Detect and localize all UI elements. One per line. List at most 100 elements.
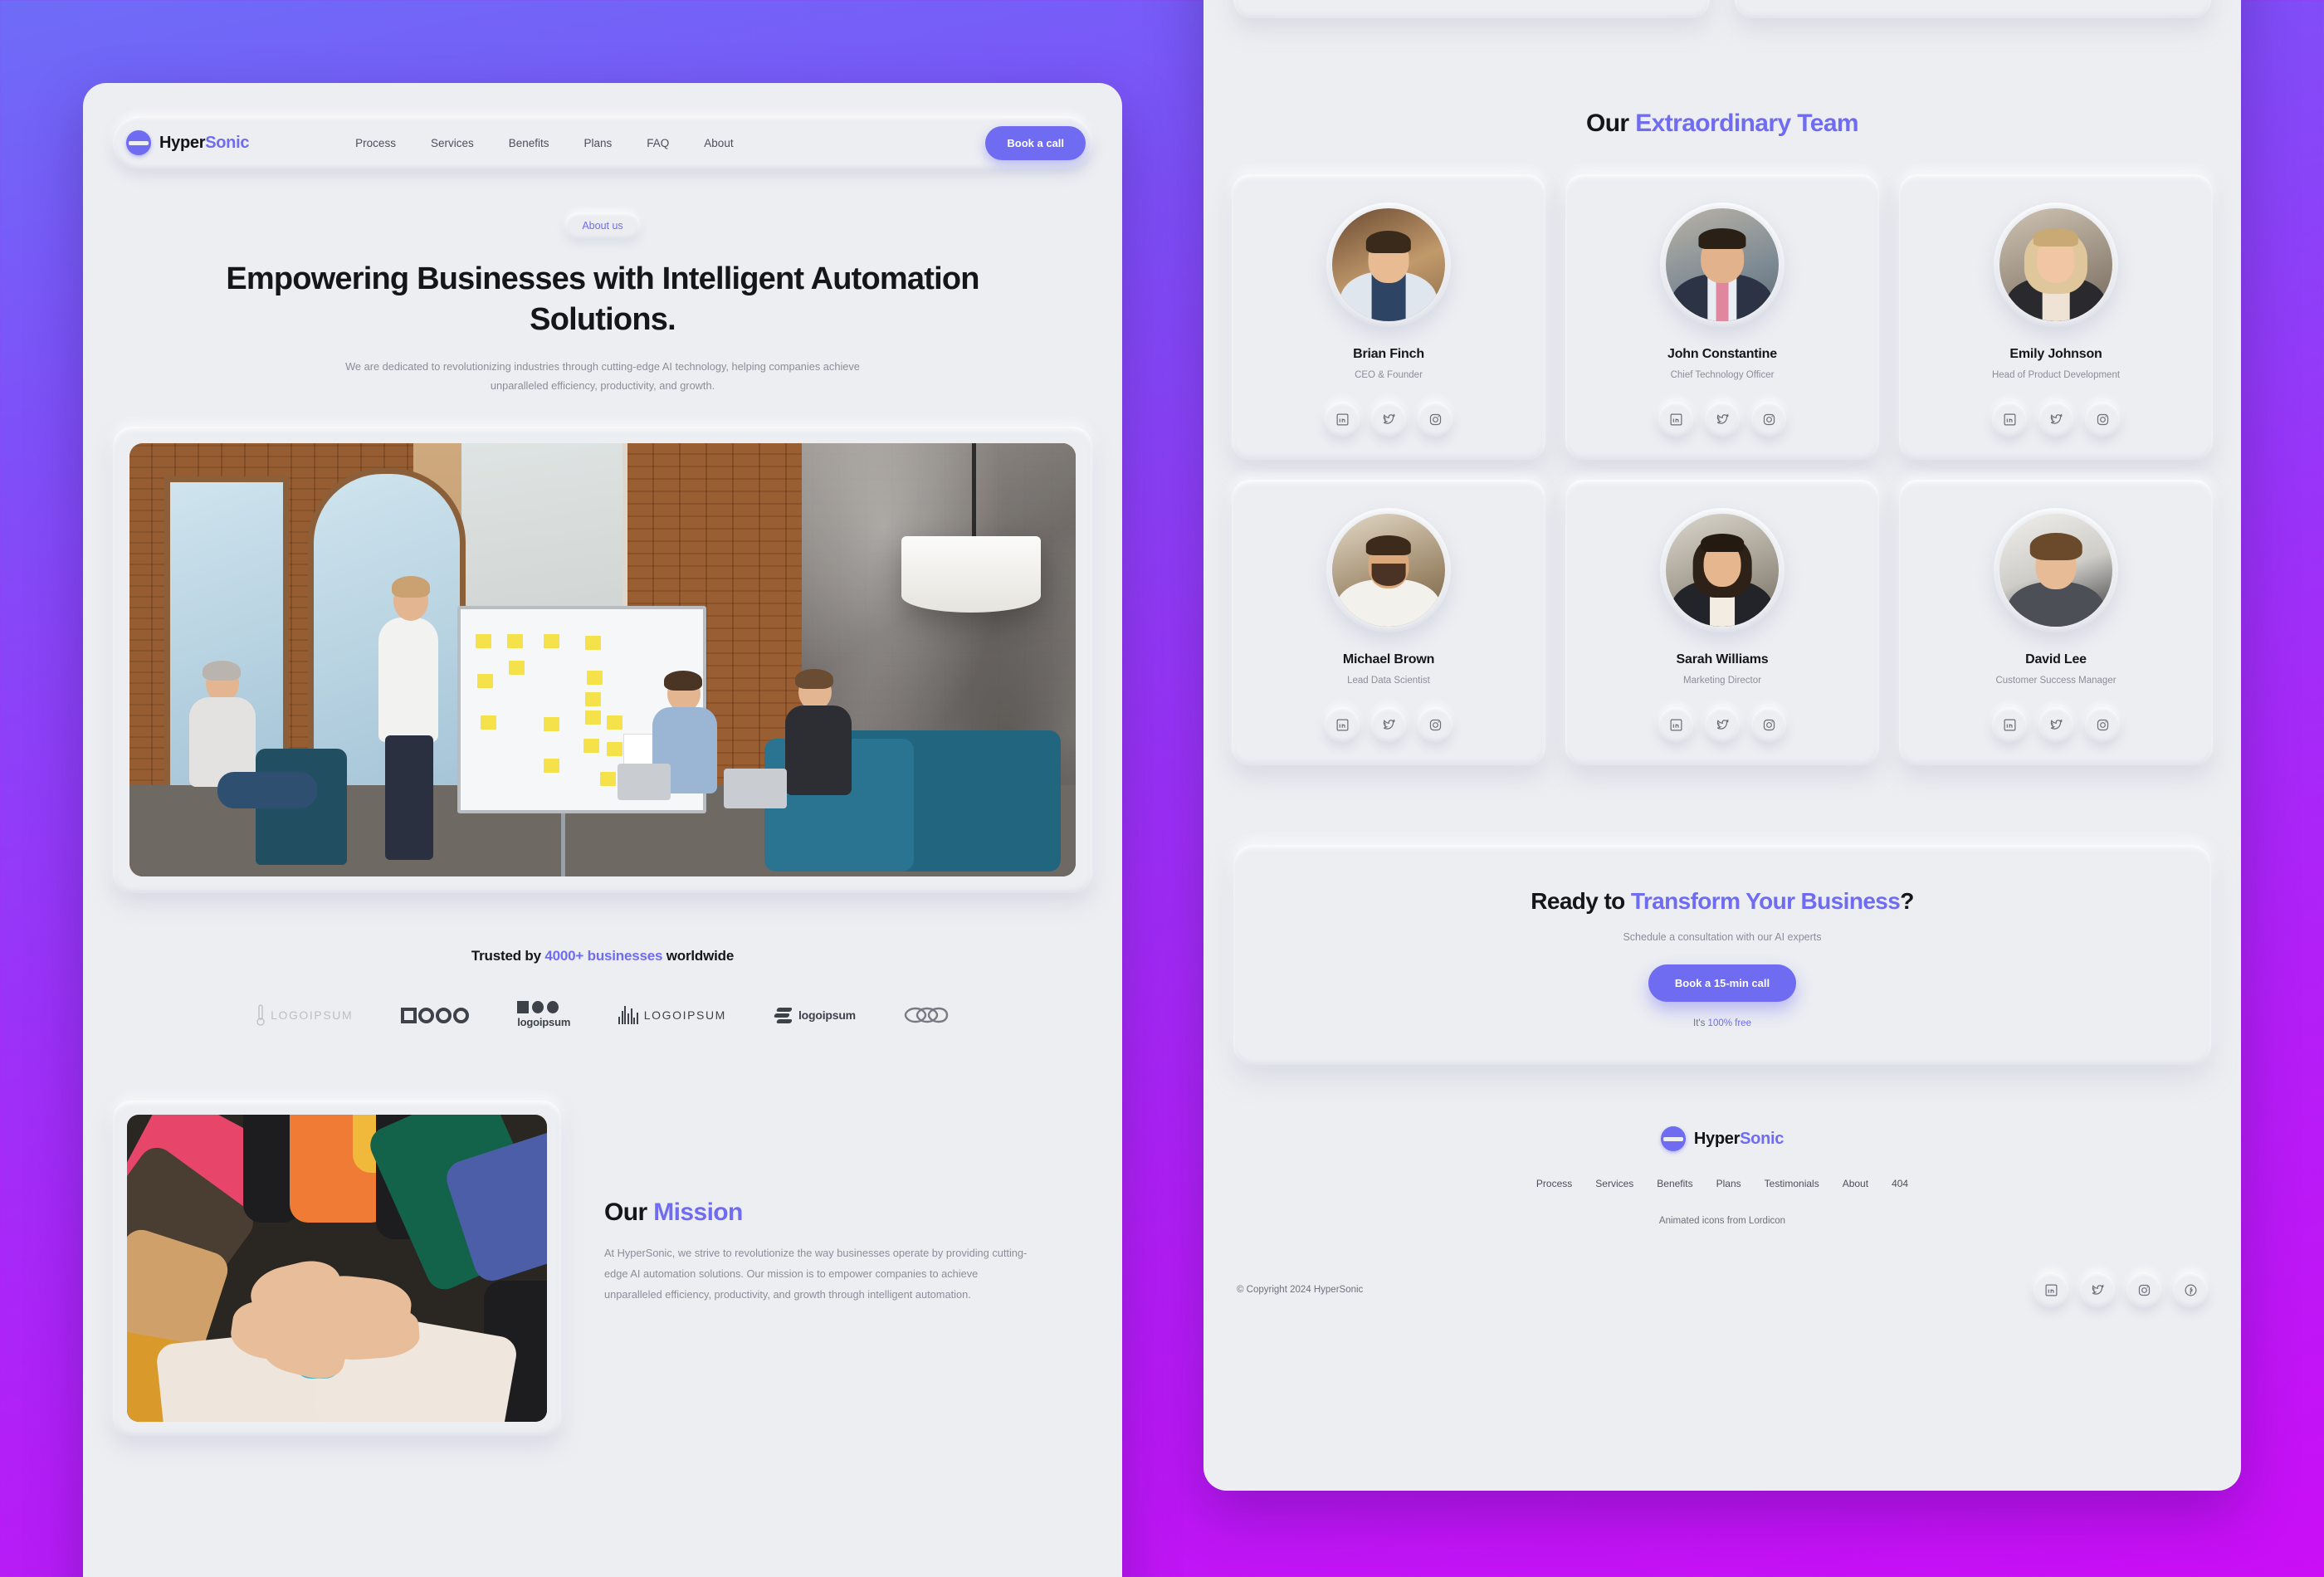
footer-link-about[interactable]: About	[1843, 1178, 1868, 1189]
client-logo-logoipsum-blocks	[401, 1001, 470, 1029]
slash-mark-icon	[774, 1006, 793, 1024]
hero-image-frame	[113, 427, 1092, 894]
about-us-badge: About us	[565, 212, 640, 239]
linkedin-icon[interactable]	[1992, 707, 2027, 742]
client-logo-label: logoipsum	[798, 1008, 856, 1023]
twitter-icon[interactable]	[1705, 402, 1740, 437]
member-socials	[1907, 707, 2204, 742]
footer-link-process[interactable]: Process	[1536, 1178, 1572, 1189]
footer-link-services[interactable]: Services	[1595, 1178, 1633, 1189]
team-section-title: Our Extraordinary Team	[1585, 110, 1859, 137]
nav-item-process[interactable]: Process	[355, 137, 396, 149]
book-a-call-button[interactable]: Book a call	[985, 125, 1086, 160]
member-role: Head of Product Development	[1991, 370, 2121, 380]
footer-nav: Process Services Benefits Plans Testimon…	[1237, 1178, 2208, 1189]
footer-brand-name: HyperSonic	[1693, 1129, 1784, 1148]
client-logo-logoipsum-slash: logoipsum	[774, 1001, 856, 1029]
footer-link-testimonials[interactable]: Testimonials	[1765, 1178, 1819, 1189]
avatar	[1666, 514, 1779, 627]
twitter-icon[interactable]	[2038, 402, 2073, 437]
client-logo-logoipsum-links	[904, 1001, 949, 1029]
twitter-icon[interactable]	[1371, 402, 1406, 437]
footer-socials	[2034, 1272, 2208, 1307]
avatar-ring	[1660, 508, 1784, 632]
instagram-icon[interactable]	[1751, 402, 1786, 437]
footer-bottom: © Copyright 2024 HyperSonic	[1237, 1272, 2208, 1307]
trusted-headline: Trusted by 4000+ businesses worldwide	[471, 948, 735, 964]
team-member-card: Emily Johnson Head of Product Developmen…	[1899, 174, 2213, 460]
member-socials	[1574, 402, 1871, 437]
instagram-icon[interactable]	[2085, 402, 2120, 437]
cta-note: It's 100% free	[1693, 1018, 1751, 1028]
instagram-icon[interactable]	[1418, 707, 1452, 742]
left-page-panel: HyperSonic Process Services Benefits Pla…	[83, 83, 1122, 1577]
about-us-badge-wrap: About us	[83, 212, 1122, 239]
member-name: David Lee	[2025, 652, 2087, 666]
cta-title: Ready to Transform Your Business?	[1531, 888, 1914, 914]
client-logo-label: LOGOIPSUM	[643, 1008, 726, 1023]
cta-subtitle: Schedule a consultation with our AI expe…	[1623, 931, 1822, 943]
footer-link-benefits[interactable]: Benefits	[1657, 1178, 1692, 1189]
cut-off-card	[1735, 0, 2211, 18]
member-role: CEO & Founder	[1355, 370, 1423, 380]
footer-link-404[interactable]: 404	[1892, 1178, 1908, 1189]
member-name: Michael Brown	[1342, 652, 1435, 666]
team-member-card: John Constantine Chief Technology Office…	[1565, 174, 1879, 460]
mission-image	[127, 1115, 547, 1423]
book-15-min-call-button[interactable]: Book a 15-min call	[1648, 964, 1797, 1002]
linkedin-icon[interactable]	[1658, 402, 1693, 437]
footer-brand-logo[interactable]: HyperSonic	[1237, 1126, 2208, 1151]
linkedin-icon[interactable]	[1325, 707, 1360, 742]
primary-nav: Process Services Benefits Plans FAQ Abou…	[355, 137, 733, 149]
nav-item-about[interactable]: About	[704, 137, 733, 149]
twitter-icon[interactable]	[1705, 707, 1740, 742]
instagram-icon[interactable]	[2085, 707, 2120, 742]
copyright-text: © Copyright 2024 HyperSonic	[1237, 1285, 1364, 1295]
hypersonic-capsule-logo-icon	[1660, 1126, 1686, 1151]
avatar-ring	[1994, 203, 2118, 327]
mission-body: At HyperSonic, we strive to revolutioniz…	[604, 1247, 1028, 1301]
twitter-icon[interactable]	[2038, 707, 2073, 742]
client-logo-logoipsum-bars: LOGOIPSUM	[618, 1001, 726, 1029]
avatar	[1666, 208, 1779, 321]
cut-off-cards-row	[1204, 0, 2241, 18]
member-name: John Constantine	[1667, 347, 1777, 361]
team-member-card: David Lee Customer Success Manager	[1899, 480, 2213, 765]
linkedin-icon[interactable]	[2034, 1272, 2068, 1307]
linkedin-icon[interactable]	[1992, 402, 2027, 437]
nav-item-services[interactable]: Services	[431, 137, 474, 149]
mission-image-frame	[113, 1101, 561, 1437]
member-socials	[1240, 402, 1537, 437]
linkedin-icon[interactable]	[1325, 402, 1360, 437]
member-role: Customer Success Manager	[1995, 676, 2116, 686]
linkedin-icon[interactable]	[1658, 707, 1693, 742]
brand-name: HyperSonic	[159, 133, 250, 152]
team-member-card: Michael Brown Lead Data Scientist	[1232, 480, 1545, 765]
footer-link-plans[interactable]: Plans	[1716, 1178, 1741, 1189]
nav-item-faq[interactable]: FAQ	[647, 137, 669, 149]
footer-credit: Animated icons from Lordicon	[1658, 1216, 1786, 1226]
avatar	[1999, 208, 2112, 321]
cta-section: Ready to Transform Your Business? Schedu…	[1233, 845, 2211, 1065]
nav-item-plans[interactable]: Plans	[584, 137, 613, 149]
facebook-icon[interactable]	[2173, 1272, 2208, 1307]
avatar-ring	[1994, 508, 2118, 632]
member-role: Marketing Director	[1683, 676, 1761, 686]
twitter-icon[interactable]	[2080, 1272, 2115, 1307]
team-member-card: Brian Finch CEO & Founder	[1232, 174, 1545, 460]
member-role: Chief Technology Officer	[1670, 370, 1775, 380]
navbar: HyperSonic Process Services Benefits Pla…	[113, 116, 1092, 169]
brand-logo[interactable]: HyperSonic	[126, 130, 249, 155]
mission-copy: Our Mission At HyperSonic, we strive to …	[561, 1101, 1092, 1306]
twitter-icon[interactable]	[1371, 707, 1406, 742]
avatar-ring	[1326, 203, 1451, 327]
instagram-icon[interactable]	[1751, 707, 1786, 742]
client-logo-row: LOGOIPSUM logoipsum LOGOIPSUM logoipsum	[83, 1001, 1122, 1029]
instagram-icon[interactable]	[2126, 1272, 2161, 1307]
page-title: Empowering Businesses with Intelligent A…	[226, 261, 979, 337]
avatar-ring	[1660, 203, 1784, 327]
instagram-icon[interactable]	[1418, 402, 1452, 437]
client-logo-logoipsum-thermometer: LOGOIPSUM	[256, 1001, 353, 1029]
member-name: Brian Finch	[1353, 347, 1424, 361]
nav-item-benefits[interactable]: Benefits	[509, 137, 549, 149]
